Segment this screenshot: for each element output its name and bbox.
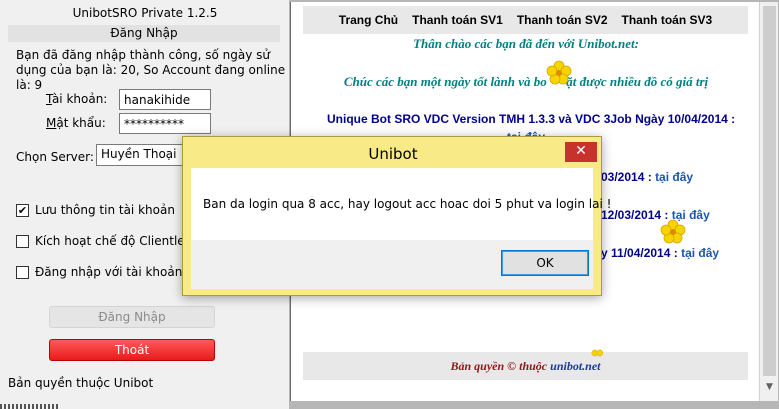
dialog-footer: OK — [191, 240, 593, 289]
dialog-title: Unibot — [368, 145, 418, 163]
nav-home-link[interactable]: Trang Chủ — [339, 13, 398, 27]
checkbox-icon[interactable] — [16, 234, 29, 248]
option-login-other-account[interactable]: Đăng nhập với tài khoản qu — [16, 265, 201, 279]
server-label: Chọn Server: — [16, 150, 94, 164]
nav-payment-sv2-link[interactable]: Thanh toán SV2 — [517, 13, 608, 27]
news-item-2: 03/2014 : tại đây — [601, 170, 694, 184]
password-label: Mật khẩu: — [46, 116, 106, 130]
scrollbar-thumb[interactable] — [763, 6, 776, 376]
wish-text: Chúc các bạn một ngày tốt lành và bo ặt … — [343, 74, 709, 89]
news-item-1: Unique Bot SRO VDC Version TMH 1.3.3 và … — [327, 112, 736, 126]
flower-icon — [660, 219, 686, 244]
flower-icon — [546, 60, 572, 85]
status-strip — [0, 404, 60, 409]
news-item-4-link[interactable]: tại đây — [681, 246, 719, 260]
login-status-message: Bạn đã đăng nhập thành công, số ngày sử … — [16, 48, 286, 92]
copyright-text: Bản quyền thuộc Unibot — [8, 376, 154, 390]
dialog-body: Ban da login qua 8 acc, hay logout acc h… — [191, 168, 611, 240]
checkbox-icon[interactable] — [16, 265, 29, 279]
web-nav-bar: Trang Chủ Thanh toán SV1 Thanh toán SV2 … — [303, 6, 748, 34]
username-label: Tài khoản: — [46, 92, 108, 106]
username-input[interactable] — [119, 89, 211, 110]
scroll-down-arrow-icon[interactable]: ▼ — [763, 382, 776, 392]
app-title: UnibotSRO Private 1.2.5 — [72, 6, 218, 20]
exit-button[interactable]: Thoát — [49, 339, 215, 361]
unibot-dialog: Unibot ✕ Ban da login qua 8 acc, hay log… — [182, 136, 611, 296]
ok-button[interactable]: OK — [501, 250, 589, 276]
nav-payment-sv1-link[interactable]: Thanh toán SV1 — [412, 13, 503, 27]
checkbox-checked-icon[interactable]: ✔ — [16, 203, 29, 217]
option-clientless[interactable]: Kích hoạt chế độ Clientless — [16, 234, 197, 248]
login-button[interactable]: Đăng Nhập — [49, 306, 215, 328]
greeting-text: Thân chào các bạn đã đến với Unibot.net: — [413, 36, 639, 51]
close-icon[interactable]: ✕ — [565, 142, 597, 162]
news-item-2-link[interactable]: tại đây — [655, 170, 693, 184]
option-save-account[interactable]: ✔ Lưu thông tin tài khoản — [16, 203, 175, 217]
news-item-3: 12/03/2014 : tại đây — [601, 208, 710, 222]
nav-payment-sv3-link[interactable]: Thanh toán SV3 — [622, 13, 713, 27]
password-input[interactable] — [119, 113, 211, 134]
web-footer: Bản quyền © thuộc unibot.net — [303, 352, 748, 380]
footer-link[interactable]: unibot.net — [550, 359, 600, 373]
dialog-message: Ban da login qua 8 acc, hay logout acc h… — [203, 197, 612, 211]
flower-icon — [591, 349, 604, 357]
vertical-scrollbar[interactable]: ▼ — [759, 2, 778, 401]
news-item-4: y 11/04/2014 : tại đây — [601, 246, 720, 260]
section-header: Đăng Nhập — [8, 25, 280, 42]
